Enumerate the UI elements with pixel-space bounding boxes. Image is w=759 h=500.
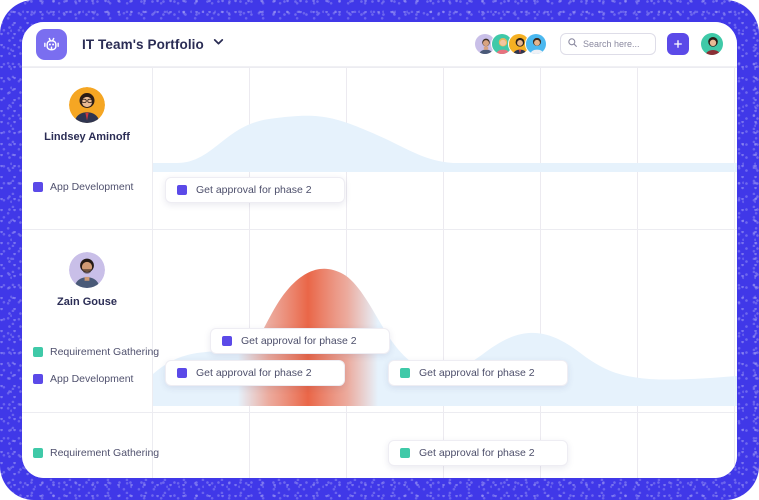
- tag-requirement-gathering[interactable]: Requirement Gathering: [22, 346, 159, 358]
- color-swatch: [400, 448, 410, 458]
- tag-requirement-gathering[interactable]: Requirement Gathering: [22, 447, 159, 459]
- task-label: Get approval for phase 2: [196, 367, 312, 379]
- task-card[interactable]: Get approval for phase 2: [388, 360, 568, 386]
- grid-line: [346, 67, 347, 478]
- color-swatch: [33, 448, 43, 458]
- task-card[interactable]: Get approval for phase 2: [165, 177, 345, 203]
- person-name: Zain Gouse: [57, 296, 117, 308]
- workload-wave-row1: [153, 67, 737, 229]
- portfolio-selector[interactable]: IT Team's Portfolio: [82, 35, 225, 53]
- team-avatar-stack[interactable]: [474, 33, 547, 55]
- task-label: Get approval for phase 2: [196, 184, 312, 196]
- sidebar-row-lindsey-aminoff: Lindsey Aminoff: [22, 87, 152, 143]
- sidebar-divider: [152, 67, 153, 478]
- avatar[interactable]: [525, 33, 547, 55]
- plus-icon: [672, 38, 684, 50]
- add-button[interactable]: [667, 33, 689, 55]
- avatar[interactable]: [69, 252, 105, 288]
- tag-app-development[interactable]: App Development: [22, 181, 152, 193]
- page-title: IT Team's Portfolio: [82, 36, 204, 52]
- row-separator: [22, 412, 737, 413]
- grid-line: [249, 67, 250, 478]
- avatar[interactable]: [69, 87, 105, 123]
- task-label: Get approval for phase 2: [419, 447, 535, 459]
- app-window-frame: IT Team's Portfolio Search here... Linds…: [0, 0, 759, 500]
- search-input[interactable]: Search here...: [560, 33, 656, 55]
- tag-label: App Development: [50, 373, 134, 385]
- task-card[interactable]: Get approval for phase 2: [210, 328, 390, 354]
- grid-line: [540, 67, 541, 478]
- row-separator: [22, 229, 737, 230]
- grid-line: [637, 67, 638, 478]
- color-swatch: [33, 347, 43, 357]
- color-swatch: [400, 368, 410, 378]
- color-swatch: [33, 374, 43, 384]
- tag-label: Requirement Gathering: [50, 346, 160, 358]
- chevron-down-icon[interactable]: [212, 35, 225, 53]
- tag-label: App Development: [50, 181, 134, 193]
- current-user-avatar[interactable]: [700, 32, 724, 56]
- color-swatch: [177, 185, 187, 195]
- tag-label: Requirement Gathering: [50, 447, 160, 459]
- grid-line: [443, 67, 444, 478]
- task-label: Get approval for phase 2: [241, 335, 357, 347]
- robot-icon[interactable]: [36, 28, 67, 60]
- row-separator: [22, 67, 737, 68]
- person-block[interactable]: Lindsey Aminoff: [32, 87, 142, 143]
- color-swatch: [222, 336, 232, 346]
- grid-line: [734, 67, 735, 478]
- search-icon: [567, 35, 578, 53]
- search-placeholder: Search here...: [583, 39, 640, 49]
- app-window: IT Team's Portfolio Search here... Linds…: [22, 22, 737, 478]
- color-swatch: [177, 368, 187, 378]
- header-actions: Search here...: [474, 32, 724, 56]
- app-header: IT Team's Portfolio Search here...: [22, 22, 737, 67]
- person-name: Lindsey Aminoff: [44, 131, 130, 143]
- sidebar-row-zain-gouse: Zain Gouse: [22, 252, 152, 308]
- task-card[interactable]: Get approval for phase 2: [165, 360, 345, 386]
- person-block[interactable]: Zain Gouse: [32, 252, 142, 308]
- task-label: Get approval for phase 2: [419, 367, 535, 379]
- workload-board: Lindsey Aminoff App Development Get appr…: [22, 67, 737, 478]
- tag-app-development[interactable]: App Development: [22, 373, 152, 385]
- task-card[interactable]: Get approval for phase 2: [388, 440, 568, 466]
- color-swatch: [33, 182, 43, 192]
